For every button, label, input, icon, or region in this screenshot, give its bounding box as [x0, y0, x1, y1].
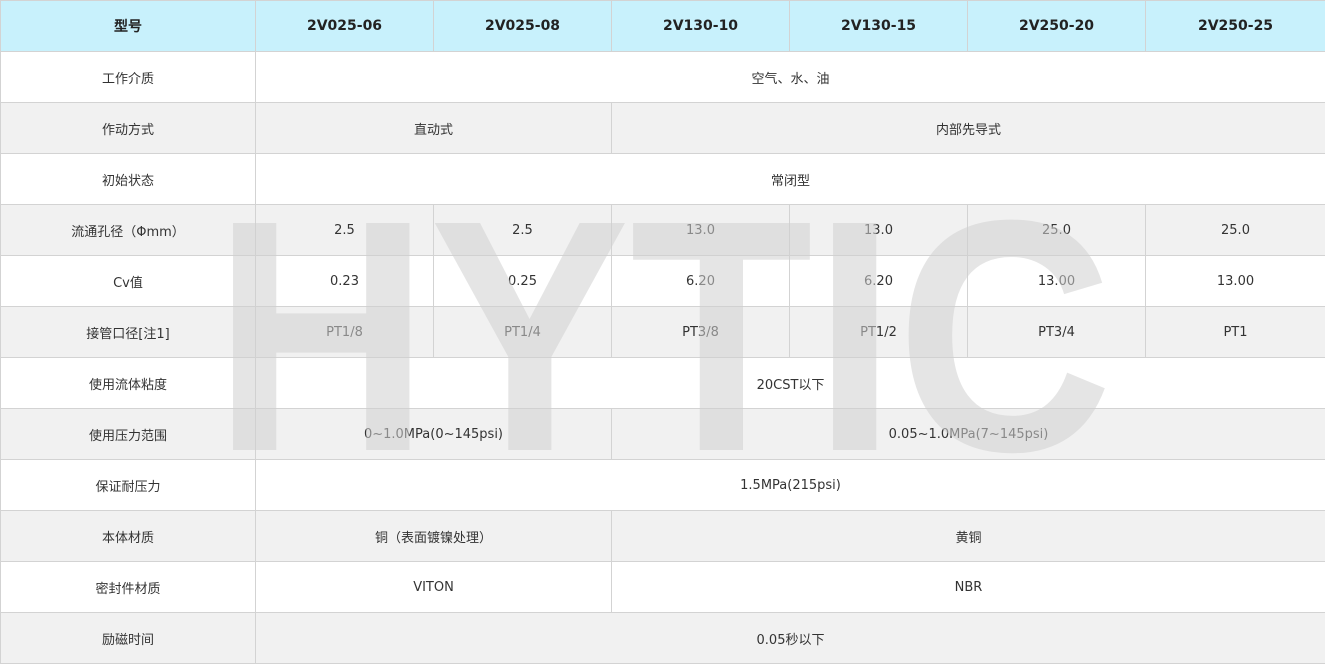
row-viscosity: 使用流体粘度 20CST以下 [0, 357, 1325, 409]
row-label: 本体材质 [0, 510, 256, 562]
header-model: 2V025-06 [255, 0, 434, 52]
row-value-small: 铜（表面镀镍处理） [255, 510, 612, 562]
cell-value: 6.20 [611, 255, 790, 307]
row-label: 工作介质 [0, 51, 256, 103]
cell-value: 13.00 [967, 255, 1146, 307]
row-value: 0.05秒以下 [255, 612, 1325, 664]
cell-value: 0.23 [255, 255, 434, 307]
header-model: 2V250-25 [1145, 0, 1325, 52]
row-value-pilot: 内部先导式 [611, 102, 1325, 154]
row-value: 常闭型 [255, 153, 1325, 205]
row-value: 1.5MPa(215psi) [255, 459, 1325, 511]
row-value-small: 0~1.0MPa(0~145psi) [255, 408, 612, 460]
cell-value: 25.0 [1145, 204, 1325, 256]
row-label: 保证耐压力 [0, 459, 256, 511]
cell-value: PT1/4 [433, 306, 612, 358]
row-response-time: 励磁时间 0.05秒以下 [0, 612, 1325, 664]
row-medium: 工作介质 空气、水、油 [0, 51, 1325, 103]
row-label: 密封件材质 [0, 561, 256, 613]
cell-value: 25.0 [967, 204, 1146, 256]
row-value-small: VITON [255, 561, 612, 613]
cell-value: 13.0 [789, 204, 968, 256]
cell-value: 2.5 [433, 204, 612, 256]
row-label: 流通孔径（Φmm） [0, 204, 256, 256]
row-label: Cv值 [0, 255, 256, 307]
row-value-large: NBR [611, 561, 1325, 613]
cell-value: PT1 [1145, 306, 1325, 358]
row-cv: Cv值 0.23 0.25 6.20 6.20 13.00 13.00 [0, 255, 1325, 307]
row-proof-pressure: 保证耐压力 1.5MPa(215psi) [0, 459, 1325, 511]
header-model: 2V130-10 [611, 0, 790, 52]
row-seal-material: 密封件材质 VITON NBR [0, 561, 1325, 613]
row-label: 接管口径[注1] [0, 306, 256, 358]
row-label: 使用压力范围 [0, 408, 256, 460]
cell-value: PT1/2 [789, 306, 968, 358]
spec-sheet: 型号 2V025-06 2V025-08 2V130-10 2V130-15 2… [0, 0, 1325, 664]
row-orifice: 流通孔径（Φmm） 2.5 2.5 13.0 13.0 25.0 25.0 [0, 204, 1325, 256]
row-label: 使用流体粘度 [0, 357, 256, 409]
cell-value: 2.5 [255, 204, 434, 256]
row-value-direct: 直动式 [255, 102, 612, 154]
row-initial-state: 初始状态 常闭型 [0, 153, 1325, 205]
cell-value: 6.20 [789, 255, 968, 307]
cell-value: 13.0 [611, 204, 790, 256]
spec-table: 型号 2V025-06 2V025-08 2V130-10 2V130-15 2… [0, 0, 1325, 664]
cell-value: PT1/8 [255, 306, 434, 358]
row-value: 20CST以下 [255, 357, 1325, 409]
cell-value: 13.00 [1145, 255, 1325, 307]
row-label: 初始状态 [0, 153, 256, 205]
row-body-material: 本体材质 铜（表面镀镍处理） 黄铜 [0, 510, 1325, 562]
cell-value: PT3/8 [611, 306, 790, 358]
header-model-label: 型号 [0, 0, 256, 52]
cell-value: 0.25 [433, 255, 612, 307]
header-model: 2V025-08 [433, 0, 612, 52]
row-pressure: 使用压力范围 0~1.0MPa(0~145psi) 0.05~1.0MPa(7~… [0, 408, 1325, 460]
row-value: 空气、水、油 [255, 51, 1325, 103]
header-model: 2V250-20 [967, 0, 1146, 52]
header-model: 2V130-15 [789, 0, 968, 52]
row-port: 接管口径[注1] PT1/8 PT1/4 PT3/8 PT1/2 PT3/4 P… [0, 306, 1325, 358]
row-value-large: 0.05~1.0MPa(7~145psi) [611, 408, 1325, 460]
cell-value: PT3/4 [967, 306, 1146, 358]
row-value-large: 黄铜 [611, 510, 1325, 562]
row-label: 作动方式 [0, 102, 256, 154]
row-operation: 作动方式 直动式 内部先导式 [0, 102, 1325, 154]
header-row: 型号 2V025-06 2V025-08 2V130-10 2V130-15 2… [0, 0, 1325, 52]
row-label: 励磁时间 [0, 612, 256, 664]
